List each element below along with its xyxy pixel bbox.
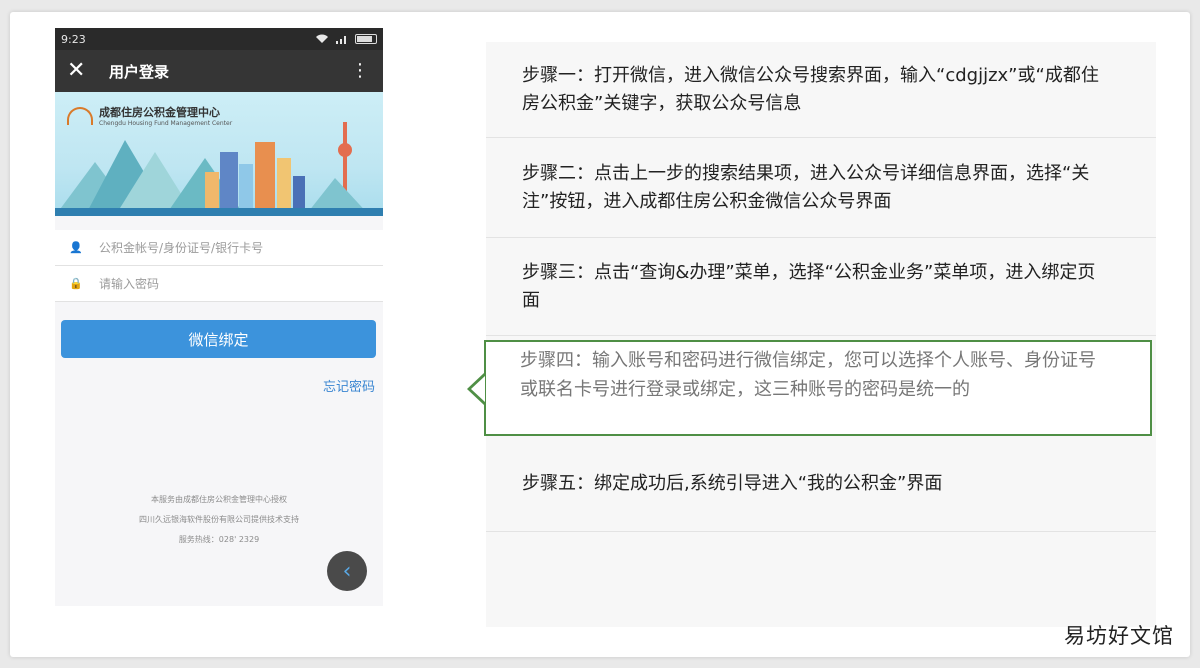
battery-icon xyxy=(355,34,377,44)
step-3: 步骤三：点击“查询&办理”菜单，选择“公积金业务”菜单项，进入绑定页面 xyxy=(486,238,1156,336)
login-form: 👤 公积金帐号/身份证号/银行卡号 🔒 请输入密码 xyxy=(55,230,383,302)
wechat-bind-button[interactable]: 微信绑定 xyxy=(61,320,376,358)
more-vertical-icon[interactable]: ⋮ xyxy=(351,62,369,80)
step-5-text: 步骤五：绑定成功后,系统引导进入“我的公积金”界面 xyxy=(522,472,943,494)
step-4-highlighted: 步骤四：输入账号和密码进行微信绑定，您可以选择个人账号、身份证号或联名卡号进行登… xyxy=(484,340,1152,436)
status-icons xyxy=(315,34,377,44)
wifi-icon xyxy=(316,34,328,43)
steps-panel: 步骤一：打开微信，进入微信公众号搜索界面，输入“cdgjjzx”或“成都住房公积… xyxy=(486,42,1156,627)
account-placeholder: 公积金帐号/身份证号/银行卡号 xyxy=(99,241,264,255)
step-3-text: 步骤三：点击“查询&办理”菜单，选择“公积金业务”菜单项，进入绑定页面 xyxy=(522,261,1096,311)
app-title-bar: ✕ 用户登录 ⋮ xyxy=(55,50,383,92)
footer-line-3: 服务热线：028' 2329 xyxy=(178,535,260,544)
step-2: 步骤二：点击上一步的搜索结果项，进入公众号详细信息界面，选择“关注”按钮，进入成… xyxy=(486,138,1156,238)
signal-icon xyxy=(336,36,346,44)
account-field[interactable]: 👤 公积金帐号/身份证号/银行卡号 xyxy=(55,230,383,266)
close-icon[interactable]: ✕ xyxy=(67,60,95,82)
password-field[interactable]: 🔒 请输入密码 xyxy=(55,266,383,302)
step-4-text: 步骤四：输入账号和密码进行微信绑定，您可以选择个人账号、身份证号或联名卡号进行登… xyxy=(520,350,1096,400)
fund-center-banner: 成都住房公积金管理中心 Chengdu Housing Fund Managem… xyxy=(55,92,383,216)
status-time: 9:23 xyxy=(61,32,86,46)
forgot-password-link[interactable]: 忘记密码 xyxy=(323,376,375,395)
user-icon: 👤 xyxy=(69,241,83,254)
step-1: 步骤一：打开微信，进入微信公众号搜索界面，输入“cdgjjzx”或“成都住房公积… xyxy=(486,42,1156,138)
watermark: 易坊好文馆 xyxy=(1064,624,1174,648)
step-5: 步骤五：绑定成功后,系统引导进入“我的公积金”界面 xyxy=(486,436,1156,532)
step-1-text: 步骤一：打开微信，进入微信公众号搜索界面，输入“cdgjjzx”或“成都住房公积… xyxy=(522,64,1099,114)
phone-screenshot: 9:23 ✕ 用户登录 ⋮ 成都住房公积金管理中心 Chengdu Housin… xyxy=(55,28,383,606)
city-skyline-illustration xyxy=(55,122,383,216)
callout-pointer-inner xyxy=(471,376,485,402)
footer-line-1: 本服务由成都住房公积金管理中心授权 xyxy=(151,495,287,504)
status-bar: 9:23 xyxy=(55,28,383,50)
page-title: 用户登录 xyxy=(109,62,170,81)
password-placeholder: 请输入密码 xyxy=(99,277,160,291)
back-chevron-icon[interactable]: ‹ xyxy=(327,551,367,591)
footer-line-2: 四川久远银海软件股份有限公司提供技术支持 xyxy=(139,515,299,524)
step-2-text: 步骤二：点击上一步的搜索结果项，进入公众号详细信息界面，选择“关注”按钮，进入成… xyxy=(522,162,1090,212)
footer-notice: 本服务由成都住房公积金管理中心授权 四川久远银海软件股份有限公司提供技术支持 服… xyxy=(55,490,383,550)
lock-icon: 🔒 xyxy=(69,277,83,290)
